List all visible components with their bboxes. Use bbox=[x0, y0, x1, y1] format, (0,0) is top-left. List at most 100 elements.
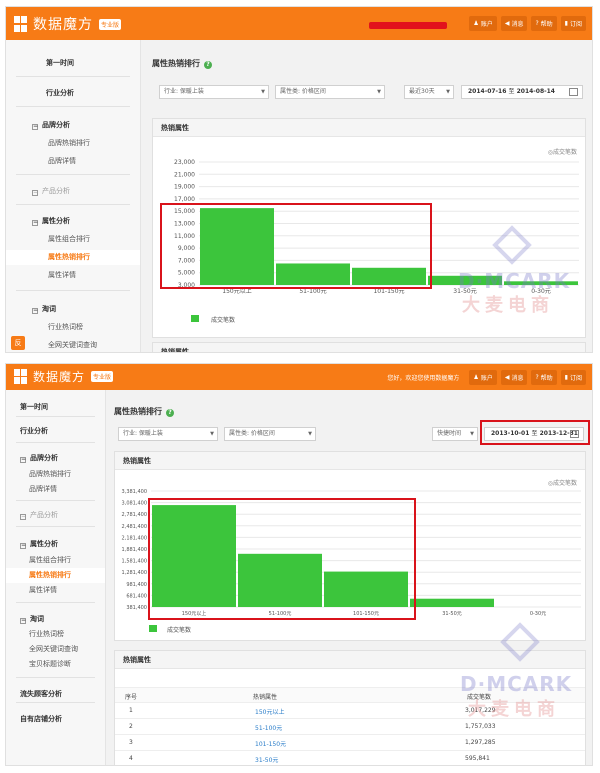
rank-cell: 4 bbox=[129, 755, 133, 762]
sidebar-item[interactable]: 行业热词榜 bbox=[6, 320, 140, 335]
highlight-box bbox=[148, 498, 416, 620]
attribute-select[interactable]: 属性类: 价格区间 ▼ bbox=[224, 427, 316, 441]
sidebar-item-label: 行业分析 bbox=[20, 427, 48, 435]
subscribe-button[interactable]: ▮ 订阅 bbox=[560, 370, 586, 385]
sidebar-item[interactable]: 属性详情 bbox=[6, 583, 105, 598]
subscribe-button[interactable]: ▮ 订阅 bbox=[560, 16, 586, 31]
x-tick-label: 31-50元 bbox=[453, 288, 476, 295]
y-tick-label: 3,081,400 bbox=[122, 501, 147, 507]
table-title: 热销属性 bbox=[115, 651, 585, 669]
sidebar-item-active[interactable]: 属性热销排行 bbox=[6, 568, 105, 583]
chart-icon: ▮ bbox=[564, 20, 568, 27]
industry-select[interactable]: 行业: 保暖上装 ▼ bbox=[118, 427, 218, 441]
logo-icon bbox=[14, 16, 28, 32]
question-icon: ? bbox=[535, 20, 539, 27]
attr-link[interactable]: 31-50元 bbox=[255, 755, 278, 764]
sidebar-group[interactable]: − 淘词 bbox=[6, 302, 140, 317]
table-header-row: 序号 热销属性 成交笔数 bbox=[115, 687, 585, 703]
edition-badge: 专业版 bbox=[99, 18, 122, 30]
sidebar-item-label: 品牌分析 bbox=[42, 121, 70, 129]
col-header: 成交笔数 bbox=[467, 694, 492, 701]
sidebar-item[interactable]: 属性组合排行 bbox=[6, 553, 105, 568]
help-button[interactable]: ? 帮助 bbox=[531, 370, 557, 385]
sidebar-group[interactable]: − 产品分析 bbox=[6, 508, 105, 523]
date-highlight-box bbox=[480, 420, 590, 445]
count-cell: 1,757,033 bbox=[465, 723, 496, 730]
sidebar-group[interactable]: − 属性分析 bbox=[6, 537, 105, 552]
sidebar: 第一时间 行业分析 − 品牌分析 品牌热销排行 品牌详情 − 产品分析 − 属性分析 属性组合排行属… bbox=[6, 390, 106, 765]
industry-select[interactable]: 行业: 保暖上装 ▼ bbox=[159, 85, 269, 99]
sidebar-item-label: 产品分析 bbox=[42, 187, 70, 195]
y-tick-label: 21,000 bbox=[174, 171, 195, 178]
sidebar-item[interactable]: 全网关键词查询 bbox=[6, 642, 105, 657]
chevron-down-icon: ▼ bbox=[446, 89, 450, 95]
messages-button[interactable]: ◀ 消息 bbox=[500, 370, 528, 385]
sidebar: 第一时间 行业分析 − 品牌分析 品牌热销排行 品牌详情 − 产品分析 − 属性分析 属性组合排行属… bbox=[6, 40, 141, 352]
attribute-select[interactable]: 属性类: 价格区间 ▼ bbox=[275, 85, 385, 99]
feedback-icon[interactable]: 反 bbox=[11, 336, 25, 350]
top-bar: 数据魔方 专业版 您好，欢迎您使用数据魔方 ♟ 账户 ◀ 消息 ? 帮助 ▮ 订阅 bbox=[6, 364, 592, 390]
top-bar: 数据魔方 专业版 ♟ 账户 ◀ 消息 ? 帮助 ▮ 订阅 bbox=[6, 7, 592, 40]
sidebar-item-label: 属性分析 bbox=[42, 217, 70, 225]
sidebar-header[interactable]: 流失顾客分析 bbox=[6, 687, 105, 702]
sidebar-item-label: 属性热销排行 bbox=[48, 253, 90, 261]
messages-button[interactable]: ◀ 消息 bbox=[500, 16, 528, 31]
account-button[interactable]: ♟ 账户 bbox=[469, 370, 497, 385]
y-tick-label: 681,400 bbox=[126, 593, 147, 599]
y-tick-label: 2,781,400 bbox=[122, 512, 147, 518]
y-tick-label: 1,581,400 bbox=[122, 559, 147, 565]
sidebar-item-active[interactable]: 属性热销排行 bbox=[6, 250, 140, 265]
sidebar-item[interactable]: 品牌热销排行 bbox=[6, 467, 105, 482]
y-tick-label: 381,400 bbox=[126, 605, 147, 611]
sidebar-header[interactable]: 行业分析 bbox=[6, 86, 140, 101]
bar bbox=[504, 281, 578, 285]
sidebar-item[interactable]: 属性组合排行 bbox=[6, 232, 140, 247]
period-select[interactable]: 最近30天 ▼ bbox=[404, 85, 454, 99]
sidebar-item[interactable]: 属性详情 bbox=[6, 268, 140, 283]
logo[interactable]: 数据魔方 专业版 bbox=[14, 14, 122, 34]
sidebar-item[interactable]: 品牌详情 bbox=[6, 154, 140, 169]
sidebar-item[interactable]: 全网关键词查询 bbox=[6, 338, 140, 352]
sidebar-group[interactable]: − 属性分析 bbox=[6, 214, 140, 229]
account-button[interactable]: ♟ 账户 bbox=[469, 16, 497, 31]
help-button[interactable]: ? 帮助 bbox=[531, 16, 557, 31]
sidebar-header[interactable]: 第一时间 bbox=[6, 400, 105, 415]
collapse-icon: − bbox=[32, 219, 39, 226]
sidebar-divider bbox=[16, 702, 95, 703]
speaker-icon: ◀ bbox=[504, 374, 510, 381]
legend-swatch bbox=[191, 315, 199, 322]
sidebar-item[interactable]: 宝贝标题诊断 bbox=[6, 657, 105, 672]
sidebar-header[interactable]: 自有店铺分析 bbox=[6, 712, 105, 727]
sidebar-group[interactable]: − 品牌分析 bbox=[6, 451, 105, 466]
attr-link[interactable]: 150元以上 bbox=[255, 707, 284, 716]
y-tick-label: 1,281,400 bbox=[122, 570, 147, 576]
sidebar-item-label: 淘词 bbox=[42, 305, 56, 313]
sidebar-item[interactable]: 品牌详情 bbox=[6, 482, 105, 497]
sidebar-header[interactable]: 行业分析 bbox=[6, 424, 105, 439]
sidebar-group[interactable]: − 品牌分析 bbox=[6, 118, 140, 133]
period-select[interactable]: 快捷时间 ▼ bbox=[432, 427, 478, 441]
sidebar-item[interactable]: 行业热词榜 bbox=[6, 627, 105, 642]
calendar-icon[interactable] bbox=[569, 88, 578, 96]
help-icon[interactable]: ? bbox=[204, 61, 212, 69]
help-icon[interactable]: ? bbox=[166, 409, 174, 417]
attr-link[interactable]: 51-100元 bbox=[255, 723, 282, 732]
sidebar-header[interactable]: 第一时间 bbox=[6, 56, 140, 71]
sidebar-item-label: 属性详情 bbox=[29, 586, 57, 594]
collapse-icon: − bbox=[32, 307, 39, 314]
sidebar-item-label: 行业热词榜 bbox=[29, 630, 64, 638]
y-tick-label: 3,381,400 bbox=[122, 489, 147, 495]
sidebar-group[interactable]: − 淘词 bbox=[6, 612, 105, 627]
sidebar-group[interactable]: − 产品分析 bbox=[6, 184, 140, 199]
sidebar-item-label: 品牌热销排行 bbox=[48, 139, 90, 147]
chart-icon: ▮ bbox=[564, 374, 568, 381]
sidebar-divider bbox=[16, 76, 130, 77]
logo[interactable]: 数据魔方 专业版 bbox=[14, 368, 114, 385]
attr-link[interactable]: 101-150元 bbox=[255, 739, 286, 748]
date-range-input[interactable]: 2014-07-16 至 2014-08-14 bbox=[461, 85, 583, 99]
rank-cell: 1 bbox=[129, 707, 133, 714]
sidebar-item-label: 行业热词榜 bbox=[48, 323, 83, 331]
page-title: 属性热销排行? bbox=[152, 58, 212, 69]
sidebar-item[interactable]: 品牌热销排行 bbox=[6, 136, 140, 151]
table-row: 4 31-50元 595,841 bbox=[115, 751, 585, 765]
